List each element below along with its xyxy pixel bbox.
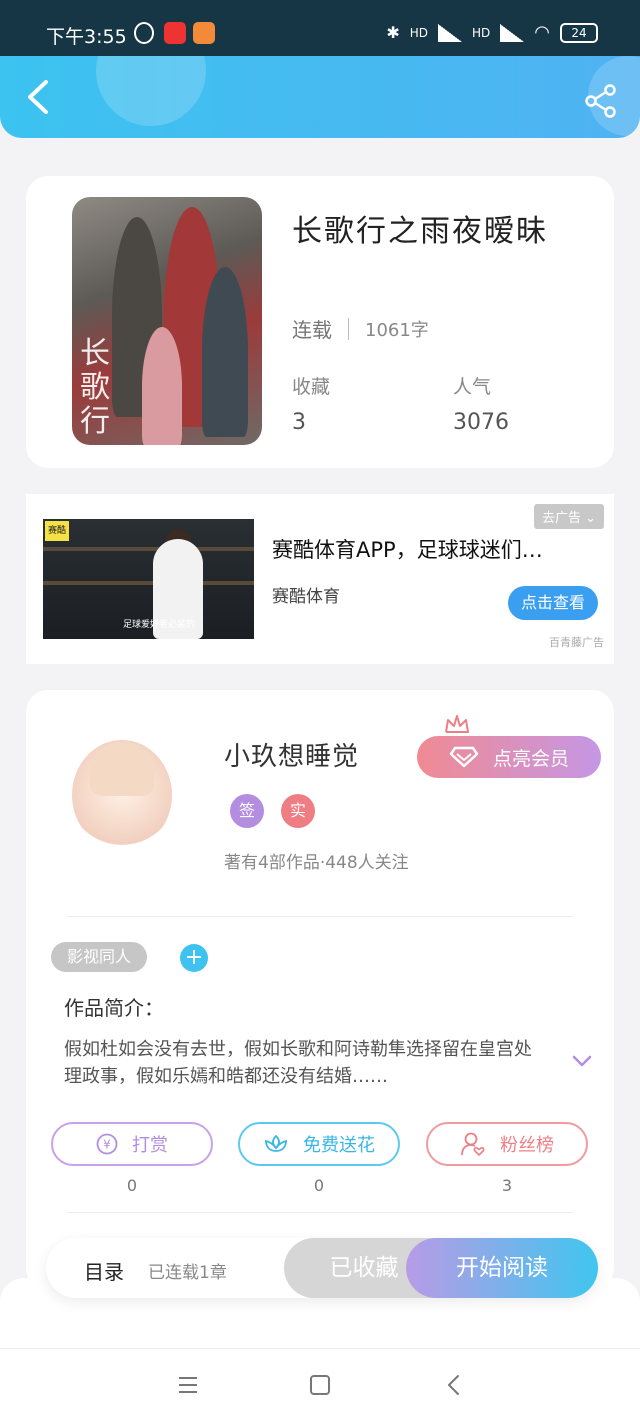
remove-ad-button[interactable]: 去广告 ⌄ [533, 504, 604, 529]
ad-image[interactable]: 赛酷 足球爱好者必装的 [43, 519, 254, 639]
ad-image-logo: 赛酷 [45, 521, 69, 541]
ad-banner[interactable]: 赛酷 足球爱好者必装的 去广告 ⌄ 赛酷体育APP，足球球迷们… 赛酷体育 点击… [26, 494, 614, 664]
remove-ad-label: 去广告 [541, 511, 581, 526]
word-count: 1061字 [365, 319, 429, 341]
send-flower-label: 免费送花 [303, 1135, 375, 1156]
chevron-left-icon[interactable] [22, 78, 56, 116]
home-square-icon[interactable] [308, 1373, 332, 1397]
reward-label: 打赏 [132, 1135, 168, 1156]
reward-count: 0 [126, 1176, 138, 1195]
chevron-down-icon: ⌄ [585, 511, 596, 526]
flower-count: 0 [313, 1176, 325, 1195]
popularity-label: 人气 [453, 376, 492, 398]
ad-title[interactable]: 赛酷体育APP，足球球迷们… [272, 534, 572, 564]
diamond-icon [449, 746, 479, 768]
genre-tag[interactable]: 影视同人 [51, 942, 148, 972]
book-title: 长歌行之雨夜暧昧 [292, 214, 548, 249]
favorites-label: 收藏 [292, 376, 331, 398]
divider [348, 317, 349, 340]
toc-button[interactable]: 目录 [84, 1256, 124, 1285]
reward-button[interactable]: ¥ 打赏 [51, 1122, 213, 1166]
status-bar: 下午3:55 ✱ HD HD ◠ 24 [0, 0, 640, 56]
vip-button[interactable]: 点亮会员 [417, 736, 601, 778]
chapter-count[interactable]: 已连载1章 [148, 1258, 227, 1283]
send-flower-button[interactable]: 免费送花 [238, 1122, 400, 1166]
back-triangle-icon[interactable] [442, 1373, 466, 1397]
cover-calligraphy: 长歌行 [80, 336, 110, 439]
fan-ranking-label: 粉丝榜 [500, 1135, 554, 1156]
add-tag-button[interactable]: + [180, 944, 208, 972]
book-status-row: 连载 1061字 [292, 314, 429, 343]
intro-text: 假如杜如会没有去世，假如长歌和阿诗勒隼选择留在皇宫处理政事，假如乐嫣和皓都还没有… [64, 1039, 532, 1087]
ad-source: 赛酷体育 [272, 587, 340, 607]
book-info-card: 长歌行 长歌行之雨夜暧昧 连载 1061字 收藏 3 人气 3076 [26, 176, 614, 468]
share-icon[interactable] [584, 84, 618, 118]
book-cover[interactable]: 长歌行 [72, 197, 262, 445]
decor-bubble [96, 56, 206, 126]
divider [66, 916, 574, 917]
chevron-down-icon[interactable] [572, 1054, 592, 1068]
ad-view-button[interactable]: 点击查看 [508, 586, 598, 620]
intro-title: 作品简介： [64, 996, 164, 1020]
serial-status: 连载 [292, 318, 332, 342]
app-icon [193, 22, 215, 44]
cover-figure [142, 327, 182, 445]
ad-provider: 百青藤广告 [549, 636, 604, 649]
author-name[interactable]: 小玖想睡觉 [224, 736, 359, 773]
status-right: ✱ HD HD ◠ 24 [386, 22, 598, 43]
status-time: 下午3:55 [46, 26, 127, 48]
signal-icon [438, 23, 463, 42]
signed-badge: 签 [230, 794, 264, 828]
ad-image-caption: 足球爱好者必装的 [123, 620, 196, 630]
bluetooth-icon: ✱ [386, 23, 400, 42]
verified-badge: 实 [281, 794, 315, 828]
start-reading-button[interactable]: 开始阅读 [406, 1238, 598, 1298]
shelf [43, 581, 254, 585]
shelf [43, 547, 254, 551]
author-card: 小玖想睡觉 签 实 著有4部作品·448人关注 点亮会员 影视同人 + 作品简介… [26, 690, 614, 1290]
author-avatar[interactable] [72, 740, 172, 850]
fan-count: 3 [501, 1176, 513, 1195]
netease-music-icon [164, 22, 186, 44]
system-nav-bar [0, 1348, 640, 1422]
fan-ranking-button[interactable]: 粉丝榜 [426, 1122, 588, 1166]
vip-button-label: 点亮会员 [492, 747, 569, 770]
popularity-value: 3076 [453, 410, 509, 435]
yen-icon: ¥ [96, 1133, 118, 1155]
read-action-bar: 目录 已连载1章 已收藏 开始阅读 [46, 1238, 598, 1298]
crown-icon [445, 715, 469, 733]
signal-icon [500, 23, 525, 42]
alarm-icon [134, 22, 154, 44]
favorites-value: 3 [292, 410, 306, 435]
menu-icon[interactable] [176, 1373, 200, 1397]
hd-label: HD [409, 25, 429, 40]
wifi-icon: ◠ [534, 22, 550, 43]
top-bar [0, 56, 640, 138]
cover-figure [202, 267, 248, 437]
author-meta: 著有4部作品·448人关注 [224, 853, 409, 873]
hd-label: HD [472, 25, 491, 40]
flower-icon [265, 1134, 287, 1152]
battery-icon: 24 [560, 22, 598, 43]
svg-text:¥: ¥ [103, 1138, 111, 1152]
user-heart-icon [461, 1132, 485, 1157]
divider [66, 1212, 574, 1213]
